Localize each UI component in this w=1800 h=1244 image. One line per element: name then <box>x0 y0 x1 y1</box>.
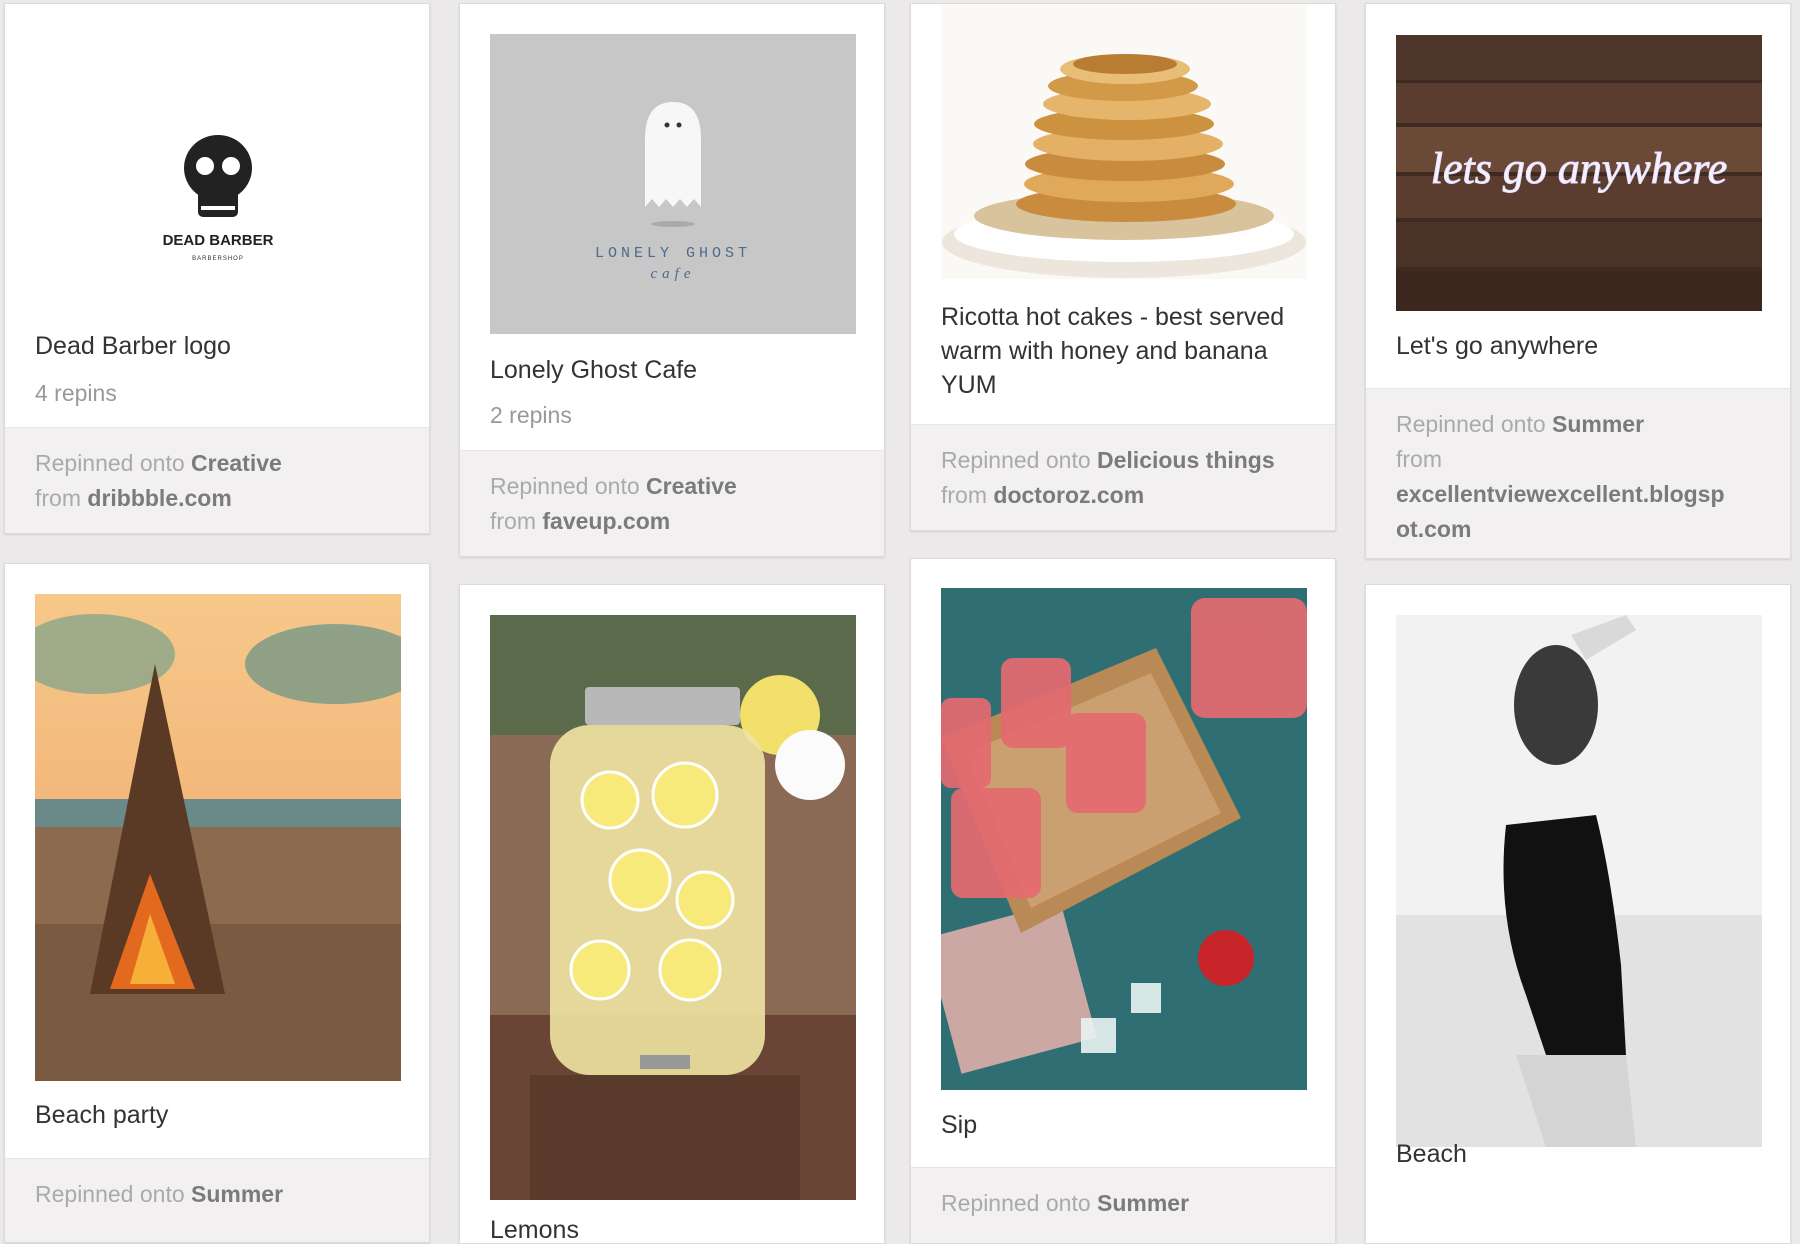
pin-image-pancakes[interactable] <box>941 4 1307 279</box>
pin-attribution: Repinned onto Summer from excellentviewe… <box>1366 388 1790 558</box>
pin-attribution: Repinned onto Creative from faveup.com <box>460 450 884 556</box>
source-link[interactable]: dribbble.com <box>87 485 231 511</box>
pin-description: Lonely Ghost Cafe <box>490 356 698 384</box>
pin-description: Let's go anywhere <box>1396 332 1599 360</box>
pin-image-dead-barber-logo[interactable]: DEAD BARBER BARBERSHOP <box>35 31 401 296</box>
pin-image-neon-sign[interactable]: lets go anywhere <box>1396 35 1762 311</box>
board-link[interactable]: Creative <box>646 473 737 499</box>
logo-subtitle-text: BARBERSHOP <box>192 256 244 262</box>
pin-card-dead-barber[interactable]: DEAD BARBER BARBERSHOP Dead Barber logo … <box>4 3 430 534</box>
pin-image-lemonade-jar[interactable] <box>490 615 856 1200</box>
pin-description: Ricotta hot cakes - best served warm wit… <box>941 303 1285 399</box>
logo-subtitle-text: cafe <box>651 266 696 282</box>
source-link[interactable]: excellentviewexcellent.blogspot.com <box>1396 477 1736 547</box>
board-link[interactable]: Delicious things <box>1097 447 1275 473</box>
pin-image-lonely-ghost-cafe[interactable]: LONELY GHOST cafe <box>490 34 856 334</box>
pin-description: Beach party <box>35 1101 169 1129</box>
pin-card-lemons[interactable]: Lemons <box>459 584 885 1244</box>
pin-image-drinks-tray[interactable] <box>941 588 1307 1090</box>
pin-card-beach[interactable]: Beach <box>1365 584 1791 1244</box>
board-link[interactable]: Summer <box>1552 411 1644 437</box>
source-link[interactable]: doctoroz.com <box>993 482 1144 508</box>
pin-image-beach-bonfire[interactable] <box>35 594 401 1081</box>
pin-description: Dead Barber logo <box>35 332 231 360</box>
pin-card-ricotta-hot-cakes[interactable]: Ricotta hot cakes - best served warm wit… <box>910 3 1336 531</box>
pin-attribution: Repinned onto Summer <box>911 1167 1335 1243</box>
board-link[interactable]: Creative <box>191 450 282 476</box>
neon-text: lets go anywhere <box>1431 144 1728 193</box>
logo-title-text: DEAD BARBER <box>163 232 274 249</box>
pin-card-lets-go-anywhere[interactable]: lets go anywhere Let's go anywhere Repin… <box>1365 3 1791 559</box>
source-link[interactable]: faveup.com <box>542 508 670 534</box>
pin-card-lonely-ghost[interactable]: LONELY GHOST cafe Lonely Ghost Cafe 2 re… <box>459 3 885 557</box>
pin-repin-count: 4 repins <box>35 380 117 406</box>
board-link[interactable]: Summer <box>1097 1190 1189 1216</box>
pin-description: Lemons <box>490 1216 579 1244</box>
pin-attribution: Repinned onto Delicious things from doct… <box>911 424 1335 530</box>
pin-description: Beach <box>1396 1140 1467 1168</box>
pin-repin-count: 2 repins <box>490 402 572 428</box>
logo-title-text: LONELY GHOST <box>595 245 751 262</box>
pin-description: Sip <box>941 1111 978 1139</box>
pin-image-woman-swimsuit[interactable] <box>1396 615 1762 1147</box>
pin-card-sip[interactable]: Sip Repinned onto Summer <box>910 558 1336 1244</box>
pin-attribution: Repinned onto Creative from dribbble.com <box>5 427 429 533</box>
pin-card-beach-party[interactable]: Beach party Repinned onto Summer <box>4 563 430 1243</box>
board-link[interactable]: Summer <box>191 1181 283 1207</box>
pin-attribution: Repinned onto Summer <box>5 1158 429 1242</box>
